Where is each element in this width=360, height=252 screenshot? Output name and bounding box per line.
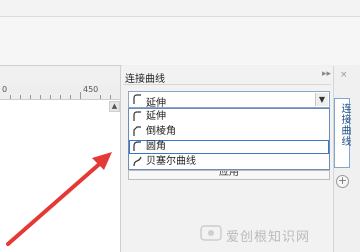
ruler-tick xyxy=(50,95,51,99)
round-corner-icon xyxy=(133,141,141,151)
chevron-down-icon[interactable]: ▼ xyxy=(315,93,328,106)
option-chamfer[interactable]: 倒棱角 xyxy=(129,125,329,139)
ruler-tick xyxy=(20,95,21,99)
connector-type-dropdown[interactable]: 延伸 ▼ xyxy=(128,91,330,109)
option-label: 贝塞尔曲线 xyxy=(146,156,196,167)
option-label: 圆角 xyxy=(146,141,166,152)
docker-title: 连接曲线 xyxy=(125,74,165,85)
annotation-arrow xyxy=(6,152,112,246)
extend-connector-icon xyxy=(133,94,141,104)
ruler-tick xyxy=(100,95,101,99)
watermark-logo-dot xyxy=(208,230,214,236)
connector-options-list[interactable]: 延伸 倒棱角 圆角 贝塞尔曲线 xyxy=(128,108,330,170)
ruler-tick xyxy=(40,95,41,99)
scroll-up-icon[interactable]: ▲ xyxy=(109,101,120,112)
horizontal-ruler[interactable]: 0 450 xyxy=(0,85,120,100)
apply-button[interactable]: 应用 xyxy=(128,170,330,180)
ruler-tick xyxy=(110,95,111,99)
arrow-shaft xyxy=(6,158,106,246)
chamfer-corner-icon xyxy=(133,126,141,136)
tab-connector[interactable]: 连接曲线 xyxy=(334,98,350,168)
ruler-tick xyxy=(30,95,31,99)
property-bar-divider xyxy=(0,65,122,66)
ruler-label-end: 450 xyxy=(83,85,99,94)
watermark-text: 爱创根知识网 xyxy=(226,230,311,245)
tab-label: 连接曲线 xyxy=(339,103,350,147)
ruler-tick xyxy=(70,95,71,99)
plus-icon[interactable]: + xyxy=(336,175,349,188)
ruler-tick xyxy=(10,95,11,99)
option-round-corner[interactable]: 圆角 xyxy=(129,140,329,154)
property-bar xyxy=(0,17,360,65)
option-label: 延伸 xyxy=(146,111,166,122)
option-bezier[interactable]: 贝塞尔曲线 xyxy=(129,155,329,169)
option-label: 倒棱角 xyxy=(146,126,176,137)
ruler-tick xyxy=(80,92,81,99)
option-extend[interactable]: 延伸 xyxy=(129,110,329,124)
close-icon[interactable]: × xyxy=(340,70,348,80)
watermark-logo-icon xyxy=(200,225,222,241)
ruler-label-start: 0 xyxy=(2,85,8,94)
ruler-tick xyxy=(60,95,61,99)
dropdown-value: 延伸 xyxy=(146,98,166,109)
top-toolbar xyxy=(0,0,360,16)
extend-connector-icon xyxy=(133,111,141,121)
bezier-curve-icon xyxy=(133,156,142,167)
docker-expand-icon[interactable]: ▸▸ xyxy=(322,69,331,79)
docker-title-divider xyxy=(123,84,331,85)
